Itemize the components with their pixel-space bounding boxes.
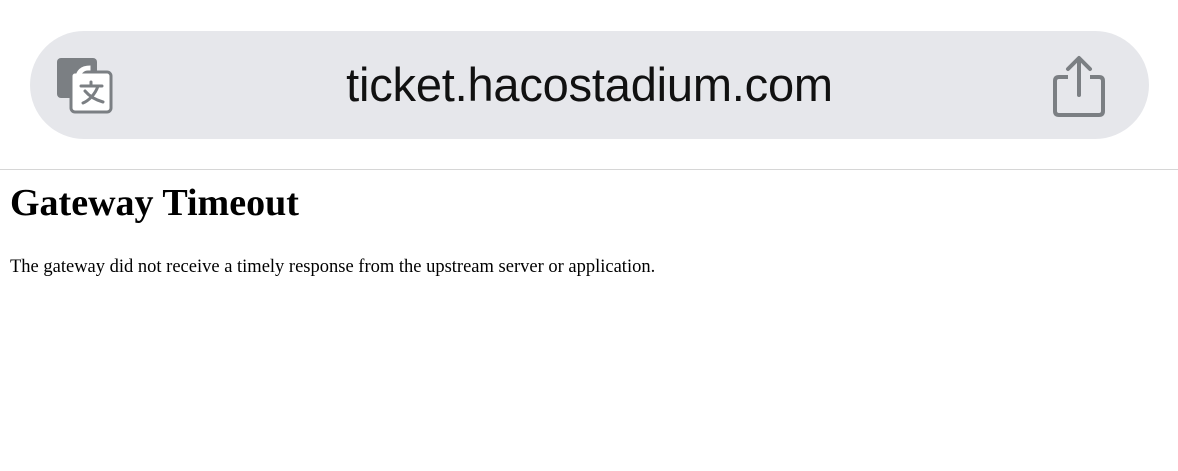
page-title: Gateway Timeout [10, 182, 299, 224]
translate-button[interactable] [54, 55, 114, 115]
browser-toolbar: ticket.hacostadium.com [0, 0, 1178, 170]
share-button[interactable] [1049, 55, 1109, 119]
page-content: Gateway Timeout The gateway did not rece… [10, 170, 1170, 279]
share-icon [1053, 56, 1105, 117]
translate-icon [57, 58, 113, 114]
url-display[interactable]: ticket.hacostadium.com [170, 55, 1009, 115]
error-message: The gateway did not receive a timely res… [10, 257, 656, 277]
address-bar[interactable]: ticket.hacostadium.com [30, 31, 1149, 139]
